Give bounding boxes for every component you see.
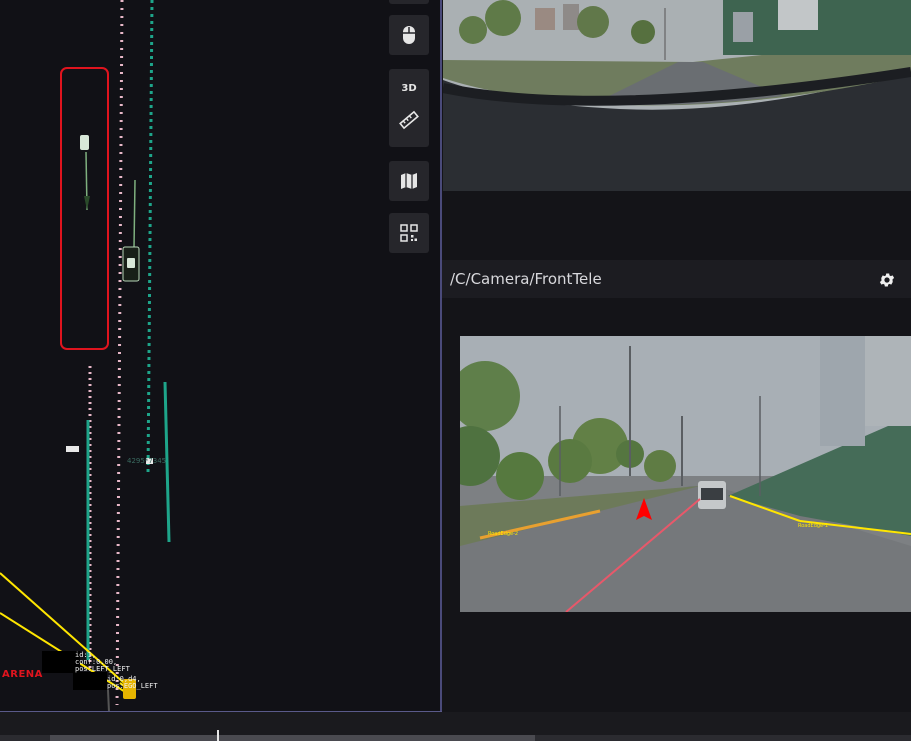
lane-pink-dashed-right	[115, 0, 124, 706]
brand-watermark: ARENA	[2, 669, 43, 680]
trajectory-line	[133, 179, 136, 249]
lane-teal-dashed	[146, 0, 154, 476]
front-wide-camera-view[interactable]	[443, 0, 911, 191]
view-controls-group: 3D	[389, 69, 429, 147]
mouse-icon	[403, 26, 415, 44]
timeline-playhead[interactable]	[217, 730, 219, 741]
camera-image: RoadEdge-2 RoadEdge-1	[460, 336, 911, 612]
lane-label: RoadEdge-2	[488, 531, 518, 537]
map-button[interactable]	[389, 161, 429, 201]
info-block: id:0,d4, pos:EGO_LEFT	[107, 675, 158, 690]
info-block: id:1, conf:0.00, pos:LEFT_LEFT	[75, 651, 130, 673]
selection-box[interactable]	[60, 67, 109, 350]
camera-panel-header: /C/Camera/FrontTele	[442, 260, 911, 298]
id-label: 4295*7345	[127, 457, 166, 465]
info-backdrop	[73, 672, 107, 690]
camera-image	[443, 0, 911, 191]
vehicle-glyph	[127, 258, 135, 268]
mouse-mode-button[interactable]	[389, 15, 429, 55]
map-icon	[401, 173, 417, 189]
scene-canvas[interactable]: 4295*7345	[0, 0, 440, 712]
timeline-buffered	[50, 735, 535, 741]
vehicle-icon[interactable]	[80, 135, 89, 150]
front-tele-camera-view[interactable]: RoadEdge-2 RoadEdge-1	[460, 336, 911, 612]
ego-axis	[107, 689, 110, 712]
gear-icon[interactable]	[878, 271, 896, 289]
toggle-3d-button[interactable]: 3D	[401, 83, 416, 94]
lane-label: RoadEdge-1	[798, 523, 828, 529]
toolbar-button-top[interactable]	[389, 0, 429, 4]
camera-topic-title: /C/Camera/FrontTele	[450, 270, 602, 288]
ruler-icon[interactable]	[399, 110, 419, 130]
trajectory-arrow	[84, 196, 90, 210]
object-marker[interactable]	[66, 446, 79, 452]
scene-3d-view[interactable]: 4295*7345 ARENA id:1, conf:0.00, pos:LEF…	[0, 0, 440, 712]
qr-button[interactable]	[389, 213, 429, 253]
qr-icon	[400, 224, 418, 242]
